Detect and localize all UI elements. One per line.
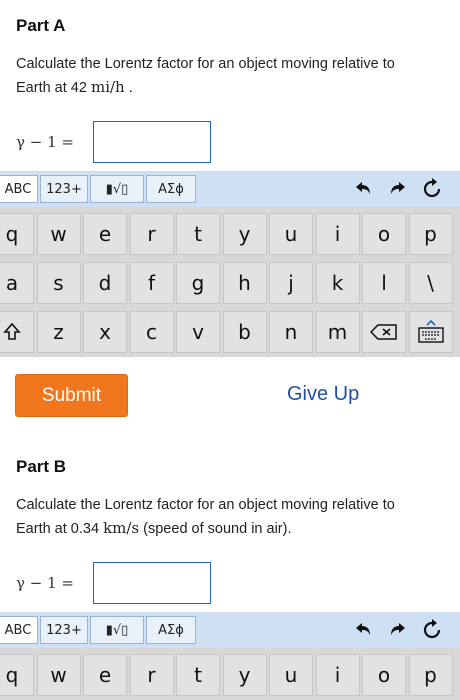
- part-b-prompt: Calculate the Lorentz factor for an obje…: [16, 494, 446, 541]
- key-backslash[interactable]: \: [408, 262, 453, 304]
- backspace-icon[interactable]: [362, 311, 406, 353]
- key-o[interactable]: o: [362, 213, 406, 255]
- key-h[interactable]: h: [222, 262, 267, 304]
- part-b-answer-input[interactable]: [93, 562, 211, 604]
- part-a-title: Part A: [16, 16, 66, 35]
- part-b-keyboard-toolbar: ABC 123+ ▮√▯ ΑΣϕ: [0, 612, 460, 648]
- key-f[interactable]: f: [129, 262, 174, 304]
- key-t[interactable]: t: [176, 654, 220, 696]
- shift-icon[interactable]: [0, 311, 34, 353]
- undo-icon[interactable]: [351, 177, 375, 201]
- key-g[interactable]: g: [176, 262, 220, 304]
- key-o[interactable]: o: [362, 654, 406, 696]
- key-y[interactable]: y: [222, 654, 267, 696]
- part-b-title: Part B: [16, 457, 67, 476]
- part-b-prompt-pre: Earth at 0.34: [16, 521, 104, 537]
- num-tab[interactable]: 123+: [40, 616, 88, 644]
- greek-tab[interactable]: ΑΣϕ: [146, 175, 196, 203]
- part-b-keyboard: qwertyuiop: [0, 648, 460, 700]
- key-r[interactable]: r: [129, 213, 174, 255]
- key-s[interactable]: s: [36, 262, 81, 304]
- part-a-answer-input[interactable]: [93, 121, 211, 163]
- key-q[interactable]: q: [0, 654, 34, 696]
- part-b-prompt-post: (speed of sound in air).: [139, 521, 292, 537]
- part-a-prompt-line2: Earth at 42 mi/h .: [16, 76, 446, 100]
- key-m[interactable]: m: [315, 311, 360, 353]
- part-a-prompt: Calculate the Lorentz factor for an obje…: [16, 53, 446, 100]
- key-a[interactable]: a: [0, 262, 34, 304]
- part-a-keyboard: qwertyuiop a s d f g h j k l \ zxcvbnm: [0, 207, 460, 357]
- key-t[interactable]: t: [176, 213, 220, 255]
- greek-tab[interactable]: ΑΣϕ: [146, 616, 196, 644]
- key-u[interactable]: u: [269, 213, 313, 255]
- part-b-answer-row: γ − 1 =: [0, 562, 460, 606]
- undo-icon[interactable]: [351, 618, 375, 642]
- keyboard-hide-icon[interactable]: [408, 311, 453, 353]
- part-a-unit: mi/h: [90, 78, 125, 96]
- part-a-answer-label: γ − 1 =: [16, 133, 74, 151]
- key-p[interactable]: p: [408, 213, 453, 255]
- key-w[interactable]: w: [36, 213, 81, 255]
- key-k[interactable]: k: [315, 262, 360, 304]
- redo-icon[interactable]: [386, 618, 410, 642]
- part-b-prompt-line1: Calculate the Lorentz factor for an obje…: [16, 497, 395, 513]
- give-up-link[interactable]: Give Up: [287, 383, 359, 406]
- part-b-prompt-line2: Earth at 0.34 km/s (speed of sound in ai…: [16, 517, 446, 541]
- key-q[interactable]: q: [0, 213, 34, 255]
- key-e[interactable]: e: [83, 213, 127, 255]
- redo-icon[interactable]: [386, 177, 410, 201]
- abc-tab[interactable]: ABC: [0, 175, 38, 203]
- part-a-prompt-line1: Calculate the Lorentz factor for an obje…: [16, 56, 395, 72]
- key-b[interactable]: b: [222, 311, 267, 353]
- part-a-prompt-post: .: [124, 80, 133, 96]
- key-u[interactable]: u: [269, 654, 313, 696]
- key-z[interactable]: z: [36, 311, 81, 353]
- key-i[interactable]: i: [315, 654, 360, 696]
- key-y[interactable]: y: [222, 213, 267, 255]
- templates-tab[interactable]: ▮√▯: [90, 175, 144, 203]
- key-r[interactable]: r: [129, 654, 174, 696]
- key-x[interactable]: x: [83, 311, 127, 353]
- key-n[interactable]: n: [269, 311, 313, 353]
- num-tab[interactable]: 123+: [40, 175, 88, 203]
- key-e[interactable]: e: [83, 654, 127, 696]
- key-w[interactable]: w: [36, 654, 81, 696]
- templates-tab[interactable]: ▮√▯: [90, 616, 144, 644]
- part-b-unit: km/s: [103, 519, 140, 537]
- abc-tab[interactable]: ABC: [0, 616, 38, 644]
- key-j[interactable]: j: [269, 262, 313, 304]
- submit-button[interactable]: Submit: [15, 374, 128, 417]
- reset-icon[interactable]: [420, 618, 444, 642]
- part-b-answer-label: γ − 1 =: [16, 574, 74, 592]
- key-d[interactable]: d: [83, 262, 127, 304]
- key-c[interactable]: c: [129, 311, 174, 353]
- key-p[interactable]: p: [408, 654, 453, 696]
- key-i[interactable]: i: [315, 213, 360, 255]
- part-a-answer-row: γ − 1 =: [0, 121, 460, 165]
- part-a-keyboard-toolbar: ABC 123+ ▮√▯ ΑΣϕ: [0, 171, 460, 207]
- key-v[interactable]: v: [176, 311, 220, 353]
- reset-icon[interactable]: [420, 177, 444, 201]
- part-a-prompt-pre: Earth at 42: [16, 80, 91, 96]
- key-l[interactable]: l: [362, 262, 406, 304]
